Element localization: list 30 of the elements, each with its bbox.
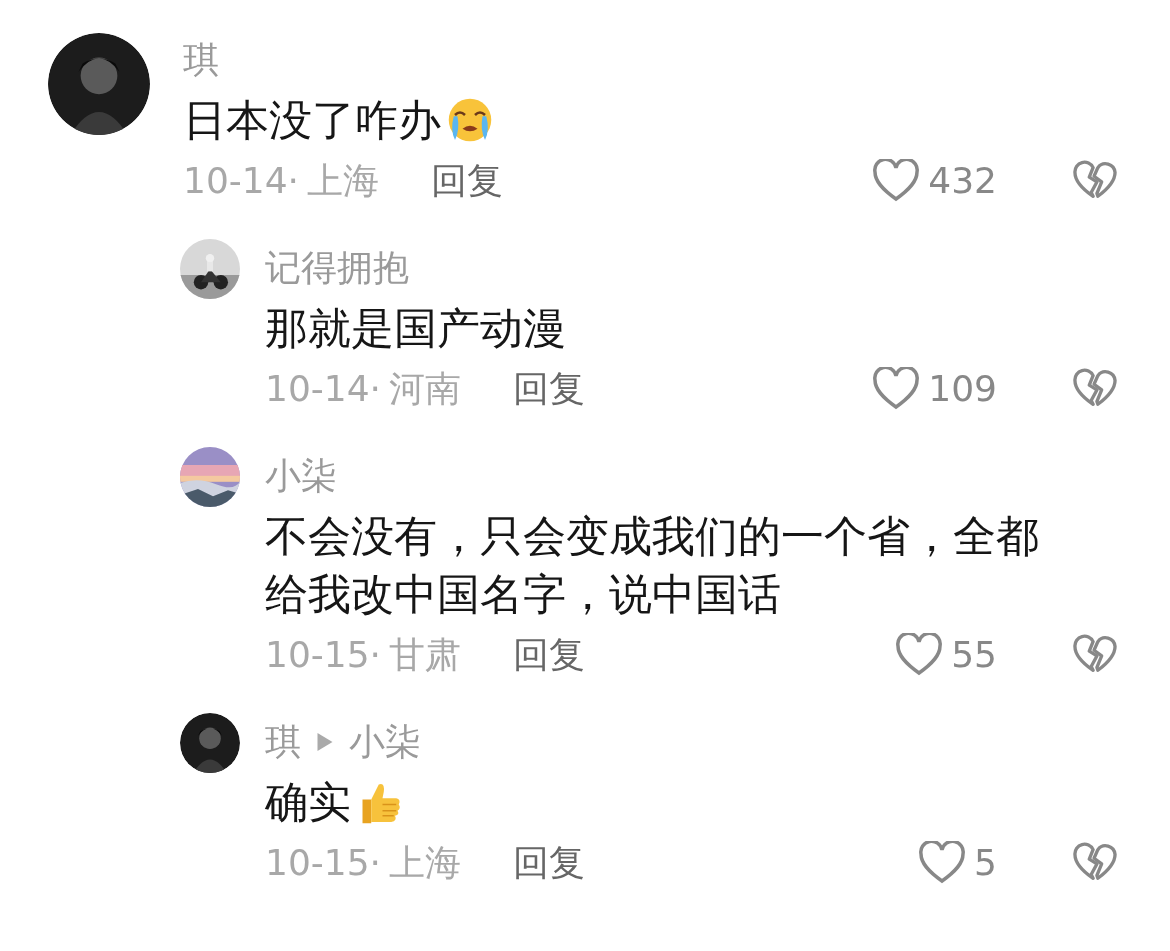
reply-arrow-icon [317, 733, 333, 751]
like-count: 109 [928, 367, 997, 411]
reply-link[interactable]: 回复 [513, 362, 586, 416]
reply-link[interactable]: 回复 [513, 836, 586, 890]
comment-location: 上海 [307, 159, 380, 203]
heart-icon[interactable] [895, 633, 944, 677]
user-name[interactable]: 记得拥抱 [265, 246, 409, 290]
user-name[interactable]: 小柒 [349, 720, 421, 764]
like-count: 432 [928, 159, 997, 203]
heart-icon[interactable] [872, 159, 921, 203]
reply-link[interactable]: 回复 [513, 628, 586, 682]
like-count: 5 [974, 841, 997, 885]
heart-icon[interactable] [918, 841, 967, 885]
comment-date: 10-14· [265, 367, 382, 411]
comment-date: 10-15· [265, 633, 382, 677]
reply-link[interactable]: 回复 [431, 154, 504, 208]
comment-text: 确实 [265, 776, 351, 829]
user-name[interactable]: 琪 [265, 720, 301, 764]
comment-location: 上海 [389, 841, 462, 885]
user-name[interactable]: 琪 [183, 38, 219, 82]
heart-icon[interactable] [872, 367, 921, 411]
user-name[interactable]: 小柒 [265, 454, 337, 498]
comment-date: 10-15· [265, 841, 382, 885]
like-count: 55 [951, 633, 997, 677]
comment-text: 日本没了咋办 [183, 94, 441, 147]
comment-date: 10-14· [183, 159, 300, 203]
comment-text: 那就是国产动漫 [265, 302, 566, 355]
comment-location: 甘肃 [389, 633, 462, 677]
comment-text: 不会没有，只会变成我们的一个省，全都给我改中国名字，说中国话 [265, 510, 1040, 621]
comment-location: 河南 [389, 367, 462, 411]
